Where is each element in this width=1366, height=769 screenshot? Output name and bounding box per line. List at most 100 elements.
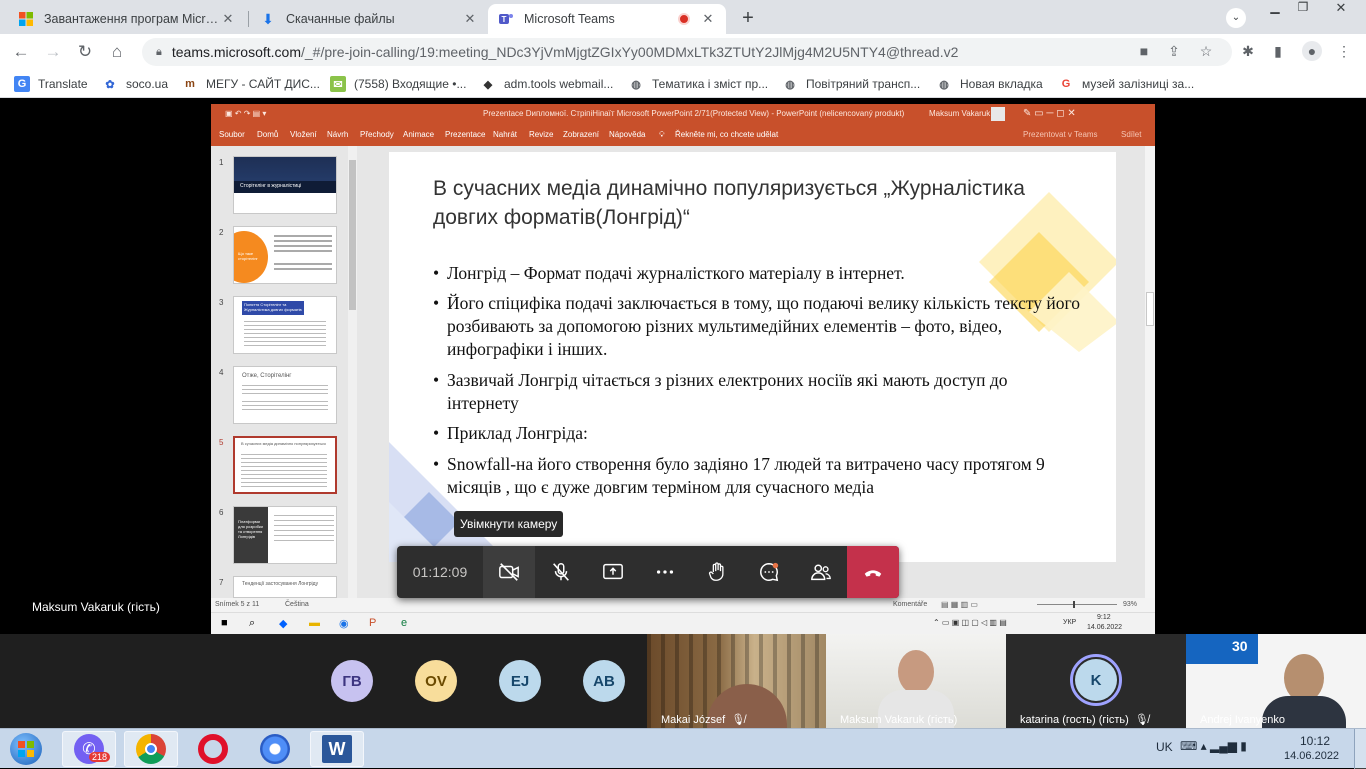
ribbon-tab-animations[interactable]: Animace (403, 130, 434, 139)
close-tab-icon[interactable]: ✕ (700, 11, 716, 27)
taskbar-word[interactable]: W (310, 731, 364, 767)
home-icon[interactable]: ⌂ (106, 41, 128, 63)
tab-divider (248, 11, 249, 27)
language-indicator[interactable]: Čeština (285, 601, 309, 608)
bookmark-povitrianyi[interactable]: ◍ Повітряний трансп... (782, 75, 920, 93)
camera-toggle-button[interactable] (483, 546, 535, 598)
ribbon-tab-transitions[interactable]: Přechody (360, 130, 394, 139)
ppt-window-controls-icon[interactable]: ✎ ▭ ─ ◻ ✕ (1023, 108, 1076, 119)
participants-button[interactable] (795, 546, 847, 598)
chat-button[interactable] (743, 546, 795, 598)
bookmark-soco[interactable]: ✿ soco.ua (102, 75, 168, 93)
restore-window-icon[interactable]: ❐ (1290, 0, 1316, 18)
share-button[interactable]: Sdílet (1121, 130, 1141, 139)
participant-avatar[interactable]: EJ (499, 660, 541, 702)
back-arrow-icon[interactable]: ← (10, 41, 32, 63)
reload-icon[interactable]: ↻ (74, 41, 96, 63)
share-icon[interactable]: ⇪ (1164, 41, 1184, 61)
close-tab-icon[interactable]: ✕ (462, 11, 478, 27)
bookmark-new-tab[interactable]: ◍ Новая вкладка (936, 75, 1043, 93)
microphone-toggle-button[interactable] (535, 546, 587, 598)
hand-icon (708, 562, 724, 581)
bookmark-megu[interactable]: m МЕГУ - САЙТ ДИС... (182, 75, 320, 93)
participant-avatar: K (1075, 659, 1117, 701)
clock-date[interactable]: 14.06.2022 (1284, 750, 1339, 762)
tray-icons[interactable]: ⌨ ▴ ▂▄▆ ▮ (1180, 739, 1247, 753)
tell-me-box[interactable]: Řekněte mi, co chcete udělat (675, 130, 778, 139)
video-tile-katarina[interactable]: K katarina (гость) (гість) 🎙︎̸ (1006, 634, 1186, 728)
close-window-icon[interactable]: ✕ (1318, 0, 1364, 18)
participant-avatar[interactable]: AB (583, 660, 625, 702)
more-actions-button[interactable] (639, 546, 691, 598)
share-screen-icon (603, 563, 623, 580)
bookmark-tematyka[interactable]: ◍ Тематика і зміст пр... (628, 75, 768, 93)
thumbnail-slide-2[interactable]: Що таке сторітелінг (233, 226, 337, 284)
tab-search-icon[interactable]: ⌄ (1226, 8, 1246, 28)
slide-scrollbar[interactable] (1145, 146, 1155, 598)
more-dots-icon (656, 570, 674, 574)
video-tile-maksum[interactable]: Maksum Vakaruk (гість) (826, 634, 1006, 728)
zoom-slider[interactable] (1037, 604, 1117, 605)
windows-logo-icon (10, 733, 42, 765)
thumbnail-slide-6[interactable]: Платформи для розробки та створення Лонг… (233, 506, 337, 564)
thumbnails-scrollbar[interactable] (348, 146, 357, 598)
forward-arrow-icon[interactable]: → (42, 41, 64, 63)
side-panel-icon[interactable]: ▮ (1268, 41, 1288, 61)
bookmark-museum[interactable]: Gмузей залізниці за... (1058, 75, 1194, 93)
ribbon-tab-insert[interactable]: Vložení (290, 130, 317, 139)
ribbon-tab-record[interactable]: Nahrát (493, 130, 517, 139)
thumbnail-slide-1[interactable]: Сторітелінг в журналістиці (233, 156, 337, 214)
thumbnail-slide-4[interactable]: Отже, Сторітелінг (233, 366, 337, 424)
profile-avatar-icon[interactable]: ● (1302, 41, 1322, 61)
bookmark-star-icon[interactable]: ☆ (1196, 41, 1216, 61)
ribbon-tab-home[interactable]: Domů (257, 130, 278, 139)
start-button[interactable] (6, 731, 46, 767)
ribbon-tab-design[interactable]: Návrh (327, 130, 348, 139)
extensions-icon[interactable]: ✱ (1238, 41, 1258, 61)
taskbar-opera[interactable] (186, 731, 240, 767)
view-buttons-icon[interactable]: ▤ ▦ ▥ ▭ (941, 600, 978, 609)
call-timer: 01:12:09 (412, 564, 468, 580)
participant-avatar[interactable]: OV (415, 660, 457, 702)
raise-hand-button[interactable] (691, 546, 743, 598)
bookmark-translate[interactable]: G Translate (14, 75, 88, 93)
ribbon-tab-view[interactable]: Zobrazení (563, 130, 599, 139)
menu-kebab-icon[interactable]: ⋮ (1334, 41, 1354, 61)
participant-avatar[interactable]: ГВ (331, 660, 373, 702)
video-tile-makai[interactable]: Makai József 🎙︎̸ (647, 634, 826, 728)
tab-microsoft-downloads[interactable]: Завантаження програм Microsoft ✕ (8, 4, 246, 34)
zoom-slider-thumb[interactable] (1073, 601, 1075, 608)
new-tab-button[interactable]: + (734, 6, 762, 30)
zoom-level[interactable]: 93% (1123, 601, 1137, 608)
tab-downloads[interactable]: ⬇ Скачанные файлы ✕ (250, 4, 488, 34)
camera-blocked-icon[interactable]: ■ (1134, 41, 1154, 61)
close-tab-icon[interactable]: ✕ (220, 11, 236, 27)
ribbon-tab-help[interactable]: Nápověda (609, 130, 645, 139)
thumbnail-slide-5[interactable]: В сучасних медіа динамічно популяризуєть… (233, 436, 337, 494)
taskbar-chrome[interactable] (124, 731, 178, 767)
ppt-user-avatar (991, 107, 1005, 121)
thumbnail-slide-7[interactable]: Тенденції застосування Лонгріду (233, 576, 337, 598)
keyboard-language[interactable]: UK (1156, 740, 1173, 754)
share-content-button[interactable] (587, 546, 639, 598)
taskbar-viber[interactable]: ✆ 218 (62, 731, 116, 767)
inner-clock-date: 14.06.2022 (1087, 624, 1123, 631)
clock-time[interactable]: 10:12 (1300, 734, 1330, 748)
comments-button[interactable]: Komentáře (893, 601, 927, 608)
leave-call-button[interactable] (847, 546, 899, 598)
ribbon-tab-slideshow[interactable]: Prezentace (445, 130, 485, 139)
taskbar-chromium[interactable] (248, 731, 302, 767)
thumbnail-slide-3[interactable]: Поняття Сторітелінг та Журналістика довг… (233, 296, 337, 354)
tab-microsoft-teams[interactable]: T Microsoft Teams ✕ (488, 4, 726, 34)
show-desktop-button[interactable] (1354, 729, 1366, 769)
bookmark-inbox[interactable]: ✉ (7558) Входящие •... (330, 75, 466, 93)
minimize-window-icon[interactable]: ▁ (1262, 0, 1288, 18)
present-in-teams-button[interactable]: Prezentovat v Teams (1023, 130, 1098, 139)
ribbon-tab-file[interactable]: Soubor (219, 130, 245, 139)
ribbon-tab-review[interactable]: Revize (529, 130, 553, 139)
globe-icon: ◍ (631, 78, 641, 91)
video-tile-andrej[interactable]: 30 Andrej Ivanyenko (1186, 634, 1366, 728)
bookmark-admtools[interactable]: ◆ adm.tools webmail... (480, 75, 614, 93)
address-bar[interactable]: 🔒︎ teams.microsoft.com/_#/pre-join-calli… (142, 38, 1232, 66)
bookmarks-bar: G Translate ✿ soco.ua m МЕГУ - САЙТ ДИС... … (0, 70, 1366, 98)
